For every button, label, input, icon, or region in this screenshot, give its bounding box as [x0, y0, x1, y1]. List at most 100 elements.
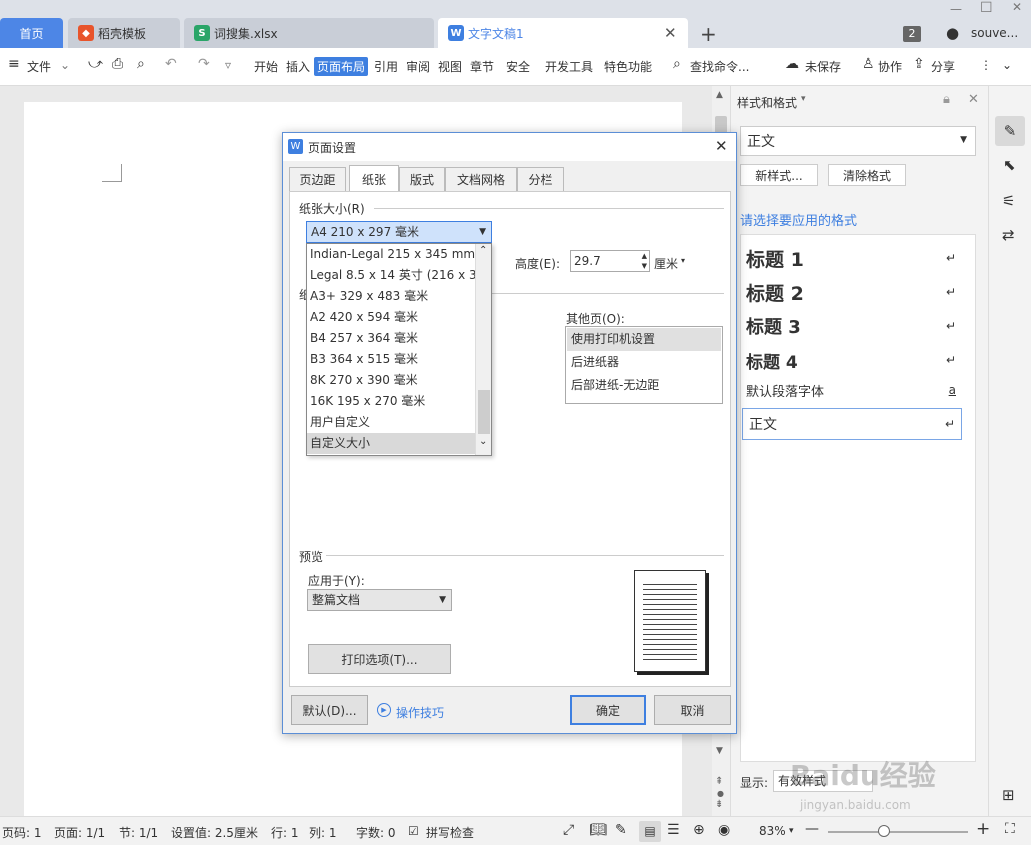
paper-size-select[interactable]: A4 210 x 297 毫米 ▼: [306, 221, 492, 243]
paper-option[interactable]: B3 364 x 515 毫米: [307, 349, 475, 370]
scroll-up-icon[interactable]: ⌃: [479, 245, 487, 256]
tab-margins[interactable]: 页边距: [289, 167, 346, 191]
style-heading-2[interactable]: 标题 2 ↵: [740, 276, 962, 308]
format-painter-icon[interactable]: ⤻: [88, 56, 103, 72]
word-count[interactable]: 字数: 0: [356, 824, 396, 841]
page-count[interactable]: 页面: 1/1: [54, 824, 105, 841]
list-item[interactable]: 后进纸器: [567, 351, 721, 374]
spell-check[interactable]: 拼写检查: [426, 824, 474, 841]
window-count-badge[interactable]: 2: [903, 26, 921, 42]
tab-developer[interactable]: 开发工具: [545, 58, 593, 75]
paper-option[interactable]: 用户自定义: [307, 412, 475, 433]
share-button[interactable]: 分享: [931, 58, 955, 75]
height-input[interactable]: 29.7 ▲ ▼: [570, 250, 650, 272]
tab-daoke[interactable]: ◆ 稻壳模板: [68, 18, 180, 48]
tab-page-layout[interactable]: 页面布局: [314, 57, 369, 76]
unit-label[interactable]: 厘米: [654, 255, 678, 272]
close-dialog-icon[interactable]: ✕: [715, 137, 728, 155]
fullscreen-icon[interactable]: ⤢: [563, 822, 574, 838]
style-heading-1[interactable]: 标题 1 ↵: [740, 242, 962, 274]
style-pen-icon[interactable]: ✎: [995, 116, 1025, 146]
cancel-button[interactable]: 取消: [654, 695, 731, 725]
panel-dropdown-icon[interactable]: ▾: [801, 94, 806, 104]
scroll-up-icon[interactable]: ▲: [716, 90, 723, 100]
print-options-button[interactable]: 打印选项(T)...: [308, 644, 451, 674]
collapse-ribbon-icon[interactable]: ⌄: [1002, 58, 1012, 72]
close-tab-icon[interactable]: ✕: [664, 24, 677, 42]
dialog-titlebar[interactable]: W 页面设置 ✕: [283, 133, 736, 161]
paper-option[interactable]: 16K 195 x 270 毫米: [307, 391, 475, 412]
search-icon[interactable]: ⌕: [673, 56, 681, 72]
print-icon[interactable]: ⎙: [112, 56, 123, 72]
undo-icon[interactable]: ↶: [165, 56, 177, 72]
style-default-para-font[interactable]: 默认段落字体 a: [740, 377, 962, 403]
spin-down-icon[interactable]: ▼: [642, 261, 647, 271]
tab-chapter[interactable]: 章节: [470, 58, 494, 75]
paper-option[interactable]: Indian-Legal 215 x 345 mm: [307, 244, 475, 265]
current-style-select[interactable]: 正文 ▼: [740, 126, 976, 156]
default-button[interactable]: 默认(D)...: [291, 695, 368, 725]
style-heading-4[interactable]: 标题 4 ↵: [740, 344, 962, 376]
scroll-thumb[interactable]: [478, 390, 490, 434]
maximize-icon[interactable]: ☐: [980, 0, 993, 16]
next-page-icon[interactable]: ⇟: [715, 799, 723, 810]
tab-insert[interactable]: 插入: [286, 58, 310, 75]
scroll-down-icon[interactable]: ⌄: [479, 436, 487, 447]
tab-start[interactable]: 开始: [254, 58, 278, 75]
eye-protect-icon[interactable]: ◉: [718, 822, 730, 838]
tab-review[interactable]: 审阅: [406, 58, 430, 75]
outline-view-icon[interactable]: ☰: [667, 822, 680, 838]
paper-option-selected[interactable]: 自定义大小: [307, 433, 475, 454]
paper-size-dropdown-list[interactable]: Indian-Legal 215 x 345 mm Legal 8.5 x 14…: [306, 243, 492, 456]
list-item[interactable]: 使用打印机设置: [567, 328, 721, 351]
tab-view[interactable]: 视图: [438, 58, 462, 75]
write-mode-icon[interactable]: ✎: [615, 822, 627, 838]
zoom-slider-handle[interactable]: [878, 825, 890, 837]
more-icon[interactable]: ▿: [225, 58, 231, 72]
zoom-dropdown-icon[interactable]: ▾: [789, 826, 794, 836]
paper-option[interactable]: 8K 270 x 390 毫米: [307, 370, 475, 391]
dropdown-scrollbar[interactable]: ⌃ ⌄: [475, 244, 491, 455]
adjust-icon[interactable]: ⚟: [1002, 192, 1015, 210]
print-preview-icon[interactable]: ⌕: [137, 56, 145, 72]
username[interactable]: souve...: [971, 26, 1018, 40]
file-menu[interactable]: 文件: [27, 58, 51, 75]
play-icon[interactable]: ▶: [377, 703, 391, 717]
unsaved-status[interactable]: 未保存: [805, 58, 841, 75]
page-view-icon[interactable]: ▤: [639, 821, 661, 842]
unit-dropdown-icon[interactable]: ▾: [681, 256, 685, 265]
grid-icon[interactable]: ⊞: [1002, 786, 1015, 804]
page-number[interactable]: 页码: 1: [2, 824, 42, 841]
prev-page-icon[interactable]: ⇞: [715, 776, 723, 787]
read-mode-icon[interactable]: 📖︎: [589, 822, 607, 838]
other-pages-list[interactable]: 使用打印机设置 后进纸器 后部进纸-无边距: [565, 326, 723, 404]
new-style-button[interactable]: 新样式...: [740, 164, 818, 186]
tips-link[interactable]: 操作技巧: [396, 704, 444, 721]
fit-window-icon[interactable]: ⛶: [1005, 821, 1015, 837]
row-indicator[interactable]: 行: 1: [271, 824, 299, 841]
select-cursor-icon[interactable]: ⬉: [1003, 156, 1016, 174]
paper-option[interactable]: A2 420 x 594 毫米: [307, 307, 475, 328]
tab-security[interactable]: 安全: [506, 58, 530, 75]
tab-doc-grid[interactable]: 文档网格: [445, 167, 517, 191]
style-body-text[interactable]: 正文 ↵: [742, 408, 962, 440]
tab-paper[interactable]: 纸张: [349, 165, 399, 192]
paper-option[interactable]: A3+ 329 x 483 毫米: [307, 286, 475, 307]
zoom-level[interactable]: 83%: [759, 824, 786, 838]
tab-references[interactable]: 引用: [374, 58, 398, 75]
search-command[interactable]: 查找命令...: [690, 58, 749, 75]
spell-check-icon[interactable]: ☑: [408, 824, 419, 838]
close-panel-icon[interactable]: ✕: [968, 92, 979, 107]
menu-icon[interactable]: ≡: [8, 56, 20, 72]
zoom-out-icon[interactable]: —: [805, 821, 819, 837]
new-tab-icon[interactable]: +: [700, 22, 717, 46]
clear-format-button[interactable]: 清除格式: [828, 164, 906, 186]
tab-xlsx[interactable]: S 词搜集.xlsx: [184, 18, 434, 48]
avatar-icon[interactable]: ●: [946, 24, 959, 42]
scroll-down-icon[interactable]: ▼: [716, 746, 723, 756]
chevron-down-icon[interactable]: ⌄: [60, 58, 70, 72]
zoom-in-icon[interactable]: +: [976, 819, 990, 839]
close-window-icon[interactable]: ✕: [1012, 0, 1022, 14]
apply-to-select[interactable]: 整篇文档 ▼: [307, 589, 452, 611]
tab-home[interactable]: 首页: [0, 18, 63, 48]
